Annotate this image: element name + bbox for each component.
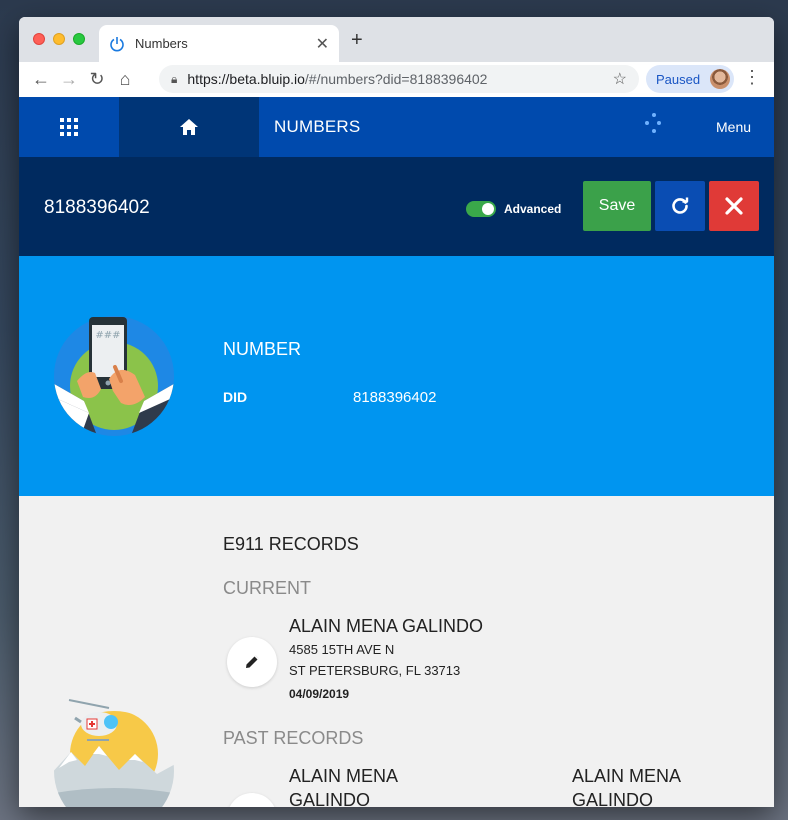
current-label: CURRENT bbox=[223, 578, 311, 598]
minimize-window-button[interactable] bbox=[53, 33, 65, 45]
home-nav-button[interactable] bbox=[119, 97, 259, 157]
forward-button[interactable]: → bbox=[55, 66, 83, 94]
past-record-name-line1: ALAIN MENA bbox=[289, 766, 399, 786]
app-nav: NUMBERS Menu bbox=[19, 97, 774, 157]
avatar bbox=[710, 69, 730, 89]
back-button[interactable]: ← bbox=[27, 66, 55, 94]
current-record-address2: ST PETERSBURG, FL 33713 bbox=[289, 663, 461, 678]
bookmark-star-icon[interactable]: ☆ bbox=[613, 69, 627, 89]
browser-tab[interactable]: Numbers ✕ bbox=[99, 25, 339, 62]
did-label: DID bbox=[223, 389, 248, 405]
current-record-address1: 4585 15TH AVE N bbox=[289, 642, 395, 657]
window-controls bbox=[33, 33, 85, 45]
edit-past-record-button[interactable] bbox=[227, 793, 277, 807]
past-records-label: PAST RECORDS bbox=[223, 728, 364, 748]
past-record-name-line1: ALAIN MENA bbox=[572, 766, 682, 786]
advanced-toggle[interactable] bbox=[466, 201, 496, 217]
url-host: https://beta.bluip.io bbox=[187, 71, 305, 87]
number-title: 8188396402 bbox=[44, 197, 150, 218]
home-icon bbox=[180, 119, 198, 135]
tab-close-icon[interactable]: ✕ bbox=[316, 34, 329, 54]
advanced-label: Advanced bbox=[504, 202, 562, 216]
number-panel: ### NUMBER DID 8188396402 bbox=[19, 256, 774, 496]
e911-section-title: E911 RECORDS bbox=[223, 534, 359, 554]
helicopter-illustration bbox=[54, 699, 174, 807]
close-window-button[interactable] bbox=[33, 33, 45, 45]
browser-toolbar: ← → ↻ ⌂ 🔒︎ https://beta.bluip.io/#/numbe… bbox=[19, 62, 774, 97]
tab-title: Numbers bbox=[135, 36, 188, 51]
close-button[interactable] bbox=[709, 181, 759, 231]
svg-text:###: ### bbox=[95, 330, 120, 341]
loading-dots-icon[interactable] bbox=[645, 113, 663, 139]
browser-window: Numbers ✕ + ← → ↻ ⌂ 🔒︎ https://beta.blui… bbox=[19, 17, 774, 807]
tab-strip: Numbers ✕ + bbox=[19, 17, 774, 62]
save-button[interactable]: Save bbox=[583, 181, 651, 231]
menu-button[interactable]: Menu bbox=[716, 119, 751, 135]
maximize-window-button[interactable] bbox=[73, 33, 85, 45]
current-record-name: ALAIN MENA GALINDO bbox=[289, 616, 484, 636]
new-tab-button[interactable]: + bbox=[351, 29, 363, 52]
current-record-date: 04/09/2019 bbox=[289, 687, 350, 701]
address-bar[interactable]: 🔒︎ https://beta.bluip.io/#/numbers?did=8… bbox=[159, 65, 639, 93]
past-record-name: ALAIN MENA GALINDO bbox=[289, 764, 398, 807]
power-icon bbox=[110, 36, 124, 51]
reload-button[interactable]: ↻ bbox=[83, 66, 111, 94]
number-header: 8188396402 Advanced Save bbox=[19, 157, 774, 256]
edit-record-button[interactable] bbox=[227, 637, 277, 687]
past-record-name-line2: GALINDO bbox=[572, 790, 654, 807]
close-icon bbox=[725, 197, 743, 215]
profile-paused-button[interactable]: Paused bbox=[646, 65, 734, 93]
refresh-button[interactable] bbox=[655, 181, 705, 231]
home-button[interactable]: ⌂ bbox=[111, 66, 139, 94]
phone-illustration: ### bbox=[54, 316, 174, 436]
apps-grid-button[interactable] bbox=[19, 97, 119, 157]
past-record-name-line2: GALINDO bbox=[289, 790, 371, 807]
did-value: 8188396402 bbox=[353, 389, 437, 406]
paused-label: Paused bbox=[656, 71, 701, 87]
number-section-title: NUMBER bbox=[223, 339, 302, 359]
url-path: /#/numbers?did=8188396402 bbox=[304, 71, 488, 87]
pencil-icon bbox=[246, 655, 259, 668]
past-record-name: ALAIN MENA GALINDO bbox=[572, 764, 681, 807]
lock-icon: 🔒︎ bbox=[171, 71, 178, 86]
refresh-icon bbox=[672, 197, 689, 214]
grid-icon bbox=[60, 118, 78, 136]
page-title: NUMBERS bbox=[274, 117, 361, 136]
e911-panel: E911 RECORDS CURRENT ALAIN MENA GALINDO … bbox=[19, 496, 774, 807]
browser-menu-icon[interactable]: ⋮ bbox=[743, 67, 761, 88]
